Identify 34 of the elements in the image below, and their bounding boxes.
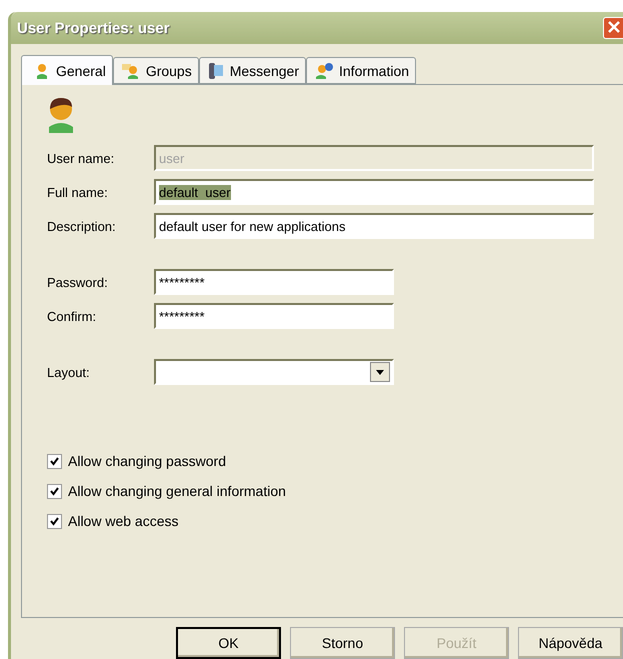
field-label: User name:: [47, 150, 116, 166]
dialog-button[interactable]: Nápověda: [518, 627, 623, 659]
checkbox-label: Allow web access: [68, 513, 178, 529]
field-label: Full name:: [47, 184, 109, 200]
field-label: Layout:: [47, 364, 91, 380]
person-info-icon: [315, 62, 333, 78]
tab[interactable]: Information: [306, 57, 416, 84]
checkbox-label: Allow changing password: [68, 453, 226, 469]
input-field[interactable]: *********: [154, 303, 394, 329]
window-title: User Properties: user: [17, 20, 170, 36]
tab[interactable]: Messenger: [198, 57, 306, 84]
tab[interactable]: Groups: [112, 57, 199, 84]
dropdown-button[interactable]: [370, 362, 390, 382]
checkbox[interactable]: [47, 454, 62, 468]
field-label: Confirm:: [47, 308, 98, 324]
checkbox-label: Allow changing general information: [68, 483, 286, 499]
caret-icon: [376, 370, 384, 374]
dialog-button[interactable]: OK: [176, 627, 281, 659]
close-icon: [606, 20, 620, 34]
person-icon: [34, 62, 50, 78]
field-label: Password:: [47, 274, 109, 290]
tab[interactable]: General: [21, 55, 113, 85]
input-field[interactable]: default user for new applications: [154, 213, 594, 239]
checkbox[interactable]: [47, 484, 62, 498]
user-avatar-icon: [47, 97, 75, 133]
group-icon: [122, 62, 140, 78]
input-field[interactable]: default user: [154, 179, 594, 205]
layout-dropdown[interactable]: [154, 359, 394, 385]
phone-icon: [208, 62, 224, 80]
input-field[interactable]: *********: [154, 269, 394, 295]
checkbox[interactable]: [47, 514, 62, 528]
field-label: Description:: [47, 218, 117, 234]
dialog-button[interactable]: Storno: [290, 627, 395, 659]
close-button[interactable]: [603, 17, 623, 39]
